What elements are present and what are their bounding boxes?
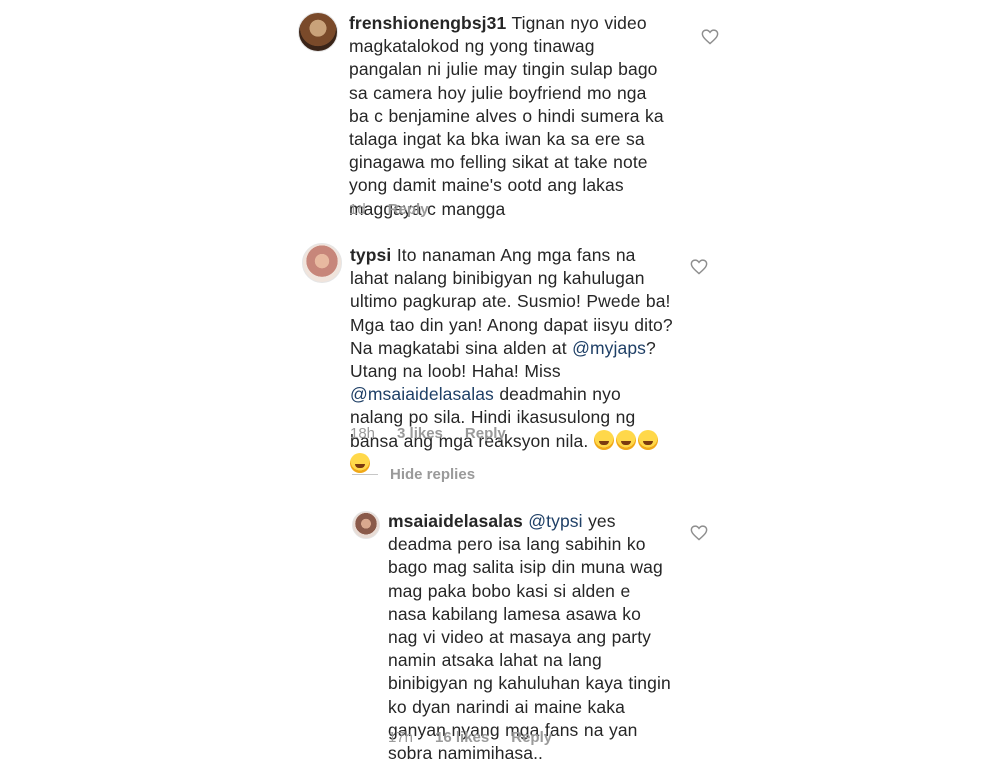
laughing-emoji-icon bbox=[593, 429, 614, 450]
reply-button[interactable]: Reply bbox=[511, 729, 552, 746]
mention-link[interactable]: @msaiaidelasalas bbox=[350, 384, 494, 404]
divider bbox=[352, 474, 378, 475]
timestamp: 17h bbox=[388, 729, 414, 746]
mention-link[interactable]: @myjaps bbox=[572, 338, 646, 358]
avatar[interactable] bbox=[298, 12, 338, 52]
hide-replies-label: Hide replies bbox=[390, 466, 476, 483]
mention-link[interactable]: @typsi bbox=[528, 511, 582, 531]
comment-text: msaiaidelasalas @typsi yes deadma pero i… bbox=[388, 510, 673, 765]
avatar[interactable] bbox=[302, 243, 342, 283]
timestamp: 18h bbox=[350, 425, 376, 442]
comment-meta: 18h 3 likes Reply bbox=[350, 425, 506, 442]
heart-icon[interactable] bbox=[701, 29, 719, 45]
heart-icon[interactable] bbox=[690, 259, 708, 275]
timestamp: 1d bbox=[349, 201, 366, 218]
comment-text: frenshionengbsj31 Tignan nyo video magka… bbox=[349, 12, 669, 221]
username[interactable]: typsi bbox=[350, 245, 391, 265]
laughing-emoji-icon bbox=[637, 429, 658, 450]
comment-body: Tignan nyo video magkatalokod ng yong ti… bbox=[349, 13, 664, 219]
likes-count[interactable]: 16 likes bbox=[435, 729, 489, 746]
reply-button[interactable]: Reply bbox=[465, 425, 506, 442]
laughing-emoji-icon bbox=[615, 429, 636, 450]
username[interactable]: frenshionengbsj31 bbox=[349, 13, 506, 33]
comment-meta: 1d Reply bbox=[349, 201, 429, 218]
comment-body: yes deadma pero isa lang sabihin ko bago… bbox=[388, 511, 671, 764]
likes-count[interactable]: 3 likes bbox=[397, 425, 443, 442]
username[interactable]: msaiaidelasalas bbox=[388, 511, 523, 531]
comment-meta: 17h 16 likes Reply bbox=[388, 729, 552, 746]
avatar[interactable] bbox=[352, 511, 380, 539]
reply-button[interactable]: Reply bbox=[388, 201, 429, 218]
hide-replies-button[interactable]: Hide replies bbox=[352, 466, 475, 483]
heart-icon[interactable] bbox=[690, 525, 708, 541]
